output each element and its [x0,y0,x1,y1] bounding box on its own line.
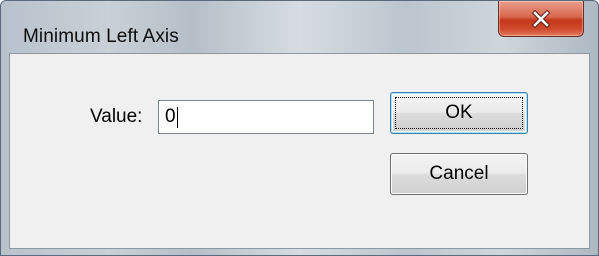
close-x-icon [531,9,551,28]
title-bar[interactable]: Minimum Left Axis [1,1,598,53]
ok-button[interactable]: OK [390,92,528,134]
dialog-client-area: Value: OK Cancel [9,53,590,249]
dialog-title: Minimum Left Axis [23,26,179,47]
close-button[interactable] [498,1,584,37]
text-caret [177,107,178,128]
value-label: Value: [90,106,143,127]
cancel-button-label: Cancel [429,163,489,184]
cancel-button[interactable]: Cancel [390,153,528,195]
ok-button-label: OK [445,102,473,123]
dialog-window: Minimum Left Axis Value: OK Cancel [0,0,599,256]
value-input[interactable] [158,100,374,134]
